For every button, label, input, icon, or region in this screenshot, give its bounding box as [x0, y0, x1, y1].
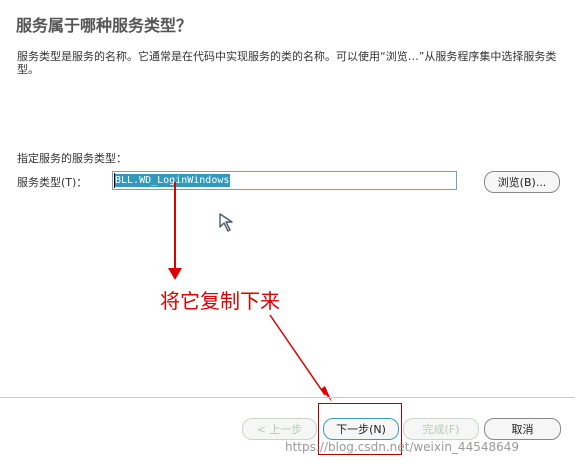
- finish-button[interactable]: 完成(F): [403, 418, 479, 440]
- footer-divider: [0, 397, 575, 398]
- prev-button[interactable]: < 上一步: [242, 418, 317, 440]
- cancel-button[interactable]: 取消: [484, 418, 561, 440]
- watermark-text: https://blog.csdn.net/weixin_44548649: [285, 440, 520, 454]
- next-button[interactable]: 下一步(N): [323, 418, 399, 440]
